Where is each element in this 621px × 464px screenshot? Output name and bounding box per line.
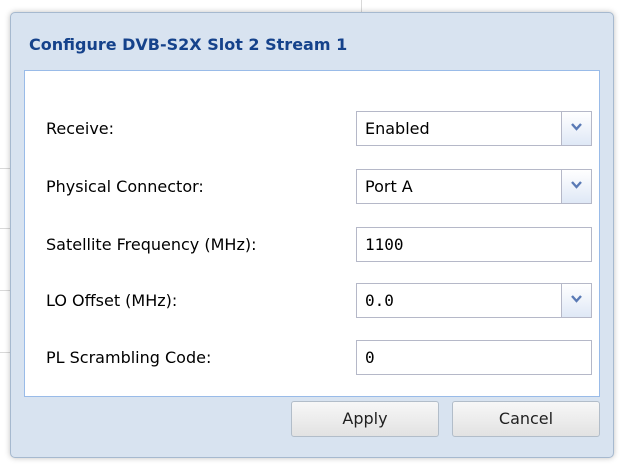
background-divider	[0, 352, 10, 353]
receive-label: Receive:	[46, 119, 115, 138]
dialog-title: Configure DVB-S2X Slot 2 Stream 1	[29, 35, 348, 54]
receive-select[interactable]: Enabled	[356, 111, 592, 146]
lo-offset-dropdown-trigger[interactable]	[561, 284, 591, 317]
pl-scrambling-code-value: 0	[365, 348, 375, 367]
background-divider	[0, 290, 10, 291]
background-divider	[0, 168, 10, 169]
physical-connector-select[interactable]: Port A	[356, 169, 592, 204]
satellite-frequency-input[interactable]: 1100	[356, 227, 592, 262]
physical-connector-value: Port A	[365, 177, 413, 196]
chevron-down-icon	[571, 295, 582, 303]
chevron-down-icon	[571, 181, 582, 189]
pl-scrambling-code-input[interactable]: 0	[356, 340, 592, 375]
receive-dropdown-trigger[interactable]	[561, 112, 591, 145]
lo-offset-label: LO Offset (MHz):	[46, 291, 178, 310]
background-divider	[361, 0, 362, 12]
apply-button[interactable]: Apply	[291, 401, 439, 437]
configure-stream-dialog: Configure DVB-S2X Slot 2 Stream 1 Receiv…	[10, 12, 614, 458]
physical-connector-label: Physical Connector:	[46, 177, 204, 196]
physical-connector-dropdown-trigger[interactable]	[561, 170, 591, 203]
receive-value: Enabled	[365, 119, 430, 138]
satellite-frequency-label: Satellite Frequency (MHz):	[46, 235, 257, 254]
form-panel: Receive: Enabled Physical Connector: Por…	[24, 70, 600, 397]
pl-scrambling-code-label: PL Scrambling Code:	[46, 348, 212, 367]
cancel-button[interactable]: Cancel	[452, 401, 600, 437]
background-divider	[0, 228, 10, 229]
chevron-down-icon	[571, 123, 582, 131]
lo-offset-value: 0.0	[365, 291, 394, 310]
satellite-frequency-value: 1100	[365, 235, 404, 254]
lo-offset-select[interactable]: 0.0	[356, 283, 592, 318]
